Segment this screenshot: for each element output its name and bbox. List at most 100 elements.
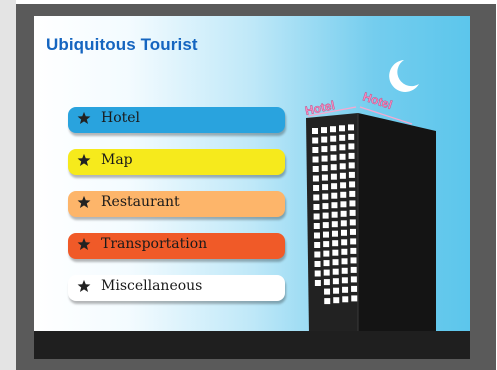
building-window — [339, 163, 346, 170]
building-window — [350, 266, 357, 273]
building-window — [321, 127, 327, 134]
ground-strip — [34, 331, 470, 359]
building-window — [332, 278, 339, 285]
building-window — [332, 249, 339, 256]
building-window — [348, 162, 355, 169]
building-window — [341, 239, 348, 246]
building-window — [331, 230, 338, 237]
building-window — [348, 152, 355, 159]
building-window — [351, 295, 358, 302]
building-window — [348, 133, 355, 140]
building-window — [340, 220, 347, 227]
building-window — [341, 277, 348, 284]
building-window — [341, 248, 348, 255]
building-window — [340, 210, 347, 217]
menu-button-miscellaneous[interactable]: Miscellaneous — [68, 275, 285, 301]
building-window — [333, 287, 340, 294]
building-window — [349, 228, 356, 235]
building-window — [323, 250, 330, 257]
building-window — [314, 251, 321, 258]
menu-label-map: Map — [101, 152, 133, 168]
crescent-moon-icon — [389, 60, 419, 92]
building-window — [348, 143, 355, 150]
building-window — [321, 146, 328, 153]
building-window — [330, 154, 337, 161]
building-window — [322, 184, 329, 191]
building-window — [350, 257, 357, 264]
building-window — [341, 258, 348, 265]
building-window — [331, 192, 338, 199]
building-window — [339, 144, 346, 151]
star-icon — [77, 153, 91, 167]
building-window — [332, 268, 339, 275]
building-window — [312, 166, 319, 172]
building-window — [332, 240, 339, 247]
building-window — [349, 181, 356, 188]
building-window — [349, 219, 356, 226]
building-window — [322, 212, 329, 219]
menu-button-hotel[interactable]: Hotel — [68, 107, 285, 133]
building-window — [322, 193, 329, 200]
building-window — [321, 165, 328, 172]
star-icon — [77, 237, 91, 251]
window-left-edge — [0, 0, 16, 370]
building-window — [342, 296, 349, 303]
building-window — [330, 164, 337, 171]
building-window — [313, 185, 320, 191]
building-window — [322, 222, 329, 229]
building-window — [313, 204, 320, 210]
building-window — [339, 134, 346, 141]
building-window — [312, 128, 318, 134]
app-title: Ubiquitous Tourist — [46, 35, 198, 54]
building-window — [322, 231, 329, 238]
building-window — [330, 173, 337, 180]
menu-button-transportation[interactable]: Transportation — [68, 233, 285, 259]
building-window — [312, 175, 319, 182]
building-window — [340, 191, 347, 198]
building-window — [323, 269, 330, 276]
building-window — [331, 211, 338, 218]
building-window — [340, 182, 347, 189]
building-window — [339, 172, 346, 179]
building-window — [314, 242, 321, 248]
building-window — [348, 171, 355, 178]
menu-button-map[interactable]: Map — [68, 149, 285, 175]
building-window — [342, 286, 349, 293]
building-window — [349, 190, 356, 197]
building-window — [312, 147, 319, 153]
building-window — [324, 298, 331, 305]
building-window — [340, 201, 347, 208]
star-icon — [77, 195, 91, 209]
menu-label-transportation: Transportation — [101, 236, 208, 252]
building-window — [323, 279, 330, 286]
building-window — [321, 136, 328, 143]
building-window — [348, 124, 354, 131]
building-window — [350, 238, 357, 245]
building-window — [323, 260, 330, 267]
building-window — [312, 156, 319, 163]
menu-button-restaurant[interactable]: Restaurant — [68, 191, 285, 217]
menu-label-hotel: Hotel — [101, 110, 141, 126]
app-screen: Hotel Hotel Ubiquitous Tourist Hotel Map… — [34, 16, 470, 359]
building-window — [312, 137, 319, 144]
building-window — [349, 209, 356, 216]
star-icon — [77, 279, 91, 293]
building-window — [340, 229, 347, 236]
building-window — [314, 261, 321, 267]
menu-label-restaurant: Restaurant — [101, 194, 180, 210]
building-window — [323, 241, 330, 248]
building-window — [339, 153, 346, 160]
building-window — [321, 155, 328, 162]
building-window — [330, 135, 337, 142]
building-window — [331, 202, 338, 209]
building-window — [314, 280, 321, 286]
building-window — [339, 125, 345, 132]
building-window — [313, 213, 320, 220]
building-window — [313, 232, 320, 239]
building-window — [330, 145, 337, 152]
building-window — [350, 276, 357, 283]
star-icon — [77, 111, 91, 125]
building-window — [350, 247, 357, 254]
building-window — [324, 288, 331, 295]
building-window — [351, 285, 358, 292]
